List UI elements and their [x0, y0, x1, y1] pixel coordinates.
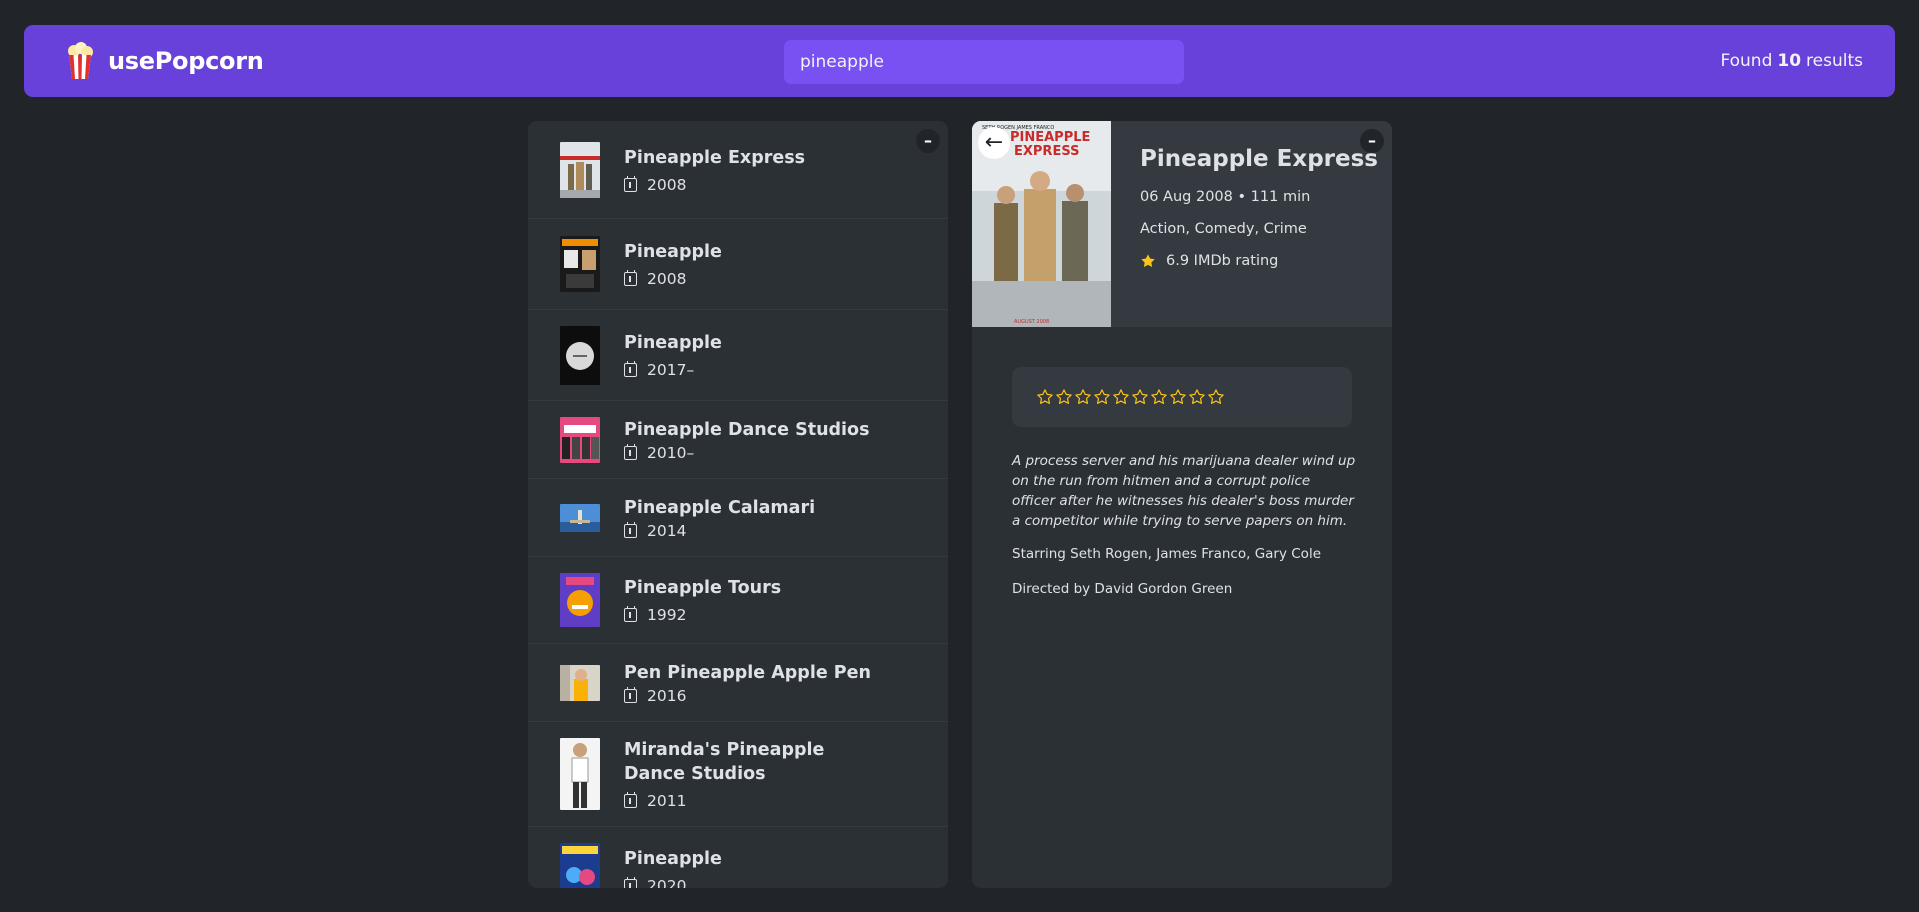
- user-rating-box: [1012, 367, 1352, 427]
- list-collapse-button[interactable]: –: [916, 129, 940, 153]
- star-filled-icon: [1141, 254, 1155, 267]
- search-input[interactable]: [784, 40, 1184, 84]
- list-item[interactable]: Pen Pineapple Apple Pen 2016: [528, 644, 948, 722]
- calendar-icon: [624, 792, 637, 808]
- details-director: Directed by David Gordon Green: [1012, 581, 1233, 597]
- rating-star-icon[interactable]: [1188, 388, 1206, 406]
- movie-year: 1992: [647, 606, 687, 624]
- details-title: Pineapple Express: [1140, 146, 1378, 172]
- calendar-icon: [624, 877, 637, 888]
- results-number: 10: [1777, 51, 1802, 71]
- movie-year: 2020: [647, 877, 687, 888]
- details-genre: Action, Comedy, Crime: [1140, 221, 1307, 237]
- movie-title: Pineapple: [624, 242, 722, 262]
- movie-poster: [560, 738, 600, 810]
- movie-poster: [560, 573, 600, 627]
- movie-title: Pineapple Calamari: [624, 497, 816, 518]
- movie-year: 2008: [647, 270, 687, 288]
- list-item[interactable]: Pineapple Dance Studios 2010–: [528, 401, 948, 479]
- rating-star-icon[interactable]: [1131, 388, 1149, 406]
- movie-year: 2010–: [647, 443, 695, 462]
- list-item[interactable]: Pineapple 2008: [528, 219, 948, 310]
- list-item[interactable]: Pineapple 2020: [528, 827, 948, 888]
- rating-star-icon[interactable]: [1055, 388, 1073, 406]
- details-overview: Pineapple Express 06 Aug 2008 • 111 min …: [1111, 121, 1378, 327]
- movie-title: Pineapple Dance Studios: [624, 419, 870, 440]
- movie-title: Pen Pineapple Apple Pen: [624, 662, 871, 683]
- details-header: ← SETH ROGEN JAMES FRANCO PINEAPPLE EXPR…: [972, 121, 1392, 327]
- details-collapse-button[interactable]: –: [1360, 129, 1384, 153]
- movie-year: 2017–: [647, 361, 695, 379]
- movie-list: Pineapple Express 2008 Pineapple 2008 Pi…: [528, 121, 948, 888]
- poster-date: AUGUST 2008: [1014, 319, 1049, 325]
- movie-poster: [560, 664, 600, 701]
- rating-star-icon[interactable]: [1093, 388, 1111, 406]
- calendar-icon: [624, 361, 637, 377]
- movie-year: 2008: [647, 175, 687, 194]
- details-released: 06 Aug 2008 • 111 min: [1140, 189, 1311, 205]
- movie-poster: [560, 141, 600, 198]
- calendar-icon: [624, 443, 637, 460]
- calendar-icon: [624, 606, 637, 622]
- rating-star-icon[interactable]: [1074, 388, 1092, 406]
- navbar: usePopcorn Found 10 results: [24, 25, 1895, 97]
- results-prefix: Found: [1720, 51, 1773, 71]
- calendar-icon: [624, 686, 637, 703]
- back-button[interactable]: ←: [978, 127, 1010, 159]
- movie-title: Pineapple: [624, 849, 722, 869]
- imdb-rating-text: 6.9 IMDb rating: [1166, 253, 1279, 269]
- movie-details-box: – ← SETH ROGEN JAMES FRANCO PINEAPPLE EX…: [972, 121, 1392, 888]
- movie-year: 2014: [647, 521, 687, 540]
- logo: usePopcorn: [64, 25, 264, 97]
- rating-star-icon[interactable]: [1207, 388, 1225, 406]
- list-item[interactable]: Pineapple 2017–: [528, 310, 948, 401]
- movie-poster: [560, 503, 600, 532]
- poster-title-line2: EXPRESS: [1014, 144, 1079, 159]
- popcorn-icon: [68, 42, 93, 79]
- movie-title: Pineapple Tours: [624, 578, 782, 598]
- details-rating: 6.9 IMDb rating: [1140, 253, 1378, 269]
- movie-poster: [560, 325, 600, 385]
- app-name: usePopcorn: [108, 47, 264, 75]
- movie-title: Pineapple: [624, 333, 722, 353]
- details-starring: Starring Seth Rogen, James Franco, Gary …: [1012, 546, 1321, 562]
- list-item[interactable]: Pineapple Tours 1992: [528, 557, 948, 644]
- list-item[interactable]: Pineapple Calamari 2014: [528, 479, 948, 557]
- rating-star-icon[interactable]: [1150, 388, 1168, 406]
- movie-year: 2011: [647, 792, 687, 810]
- movie-list-box: – Pineapple Express 2008 Pineapple 2008: [528, 121, 948, 888]
- calendar-icon: [624, 521, 637, 538]
- results-count: Found 10 results: [1720, 25, 1863, 97]
- movie-year: 2016: [647, 686, 687, 705]
- results-suffix: results: [1806, 51, 1863, 71]
- list-item[interactable]: Miranda's Pineapple Dance Studios 2011: [528, 722, 948, 827]
- poster-title-line1: PINEAPPLE: [1010, 130, 1090, 145]
- details-plot: A process server and his marijuana deale…: [1012, 453, 1356, 529]
- rating-star-icon[interactable]: [1169, 388, 1187, 406]
- rating-star-icon[interactable]: [1112, 388, 1130, 406]
- movie-poster: [560, 416, 600, 463]
- movie-poster: [560, 236, 600, 292]
- movie-poster: [560, 843, 600, 888]
- movie-title: Pineapple Express: [624, 147, 806, 168]
- movie-title: Miranda's Pineapple Dance Studios: [624, 740, 825, 784]
- rating-star-icon[interactable]: [1036, 388, 1054, 406]
- list-item[interactable]: Pineapple Express 2008: [528, 121, 948, 219]
- calendar-icon: [624, 270, 637, 286]
- calendar-icon: [624, 175, 637, 192]
